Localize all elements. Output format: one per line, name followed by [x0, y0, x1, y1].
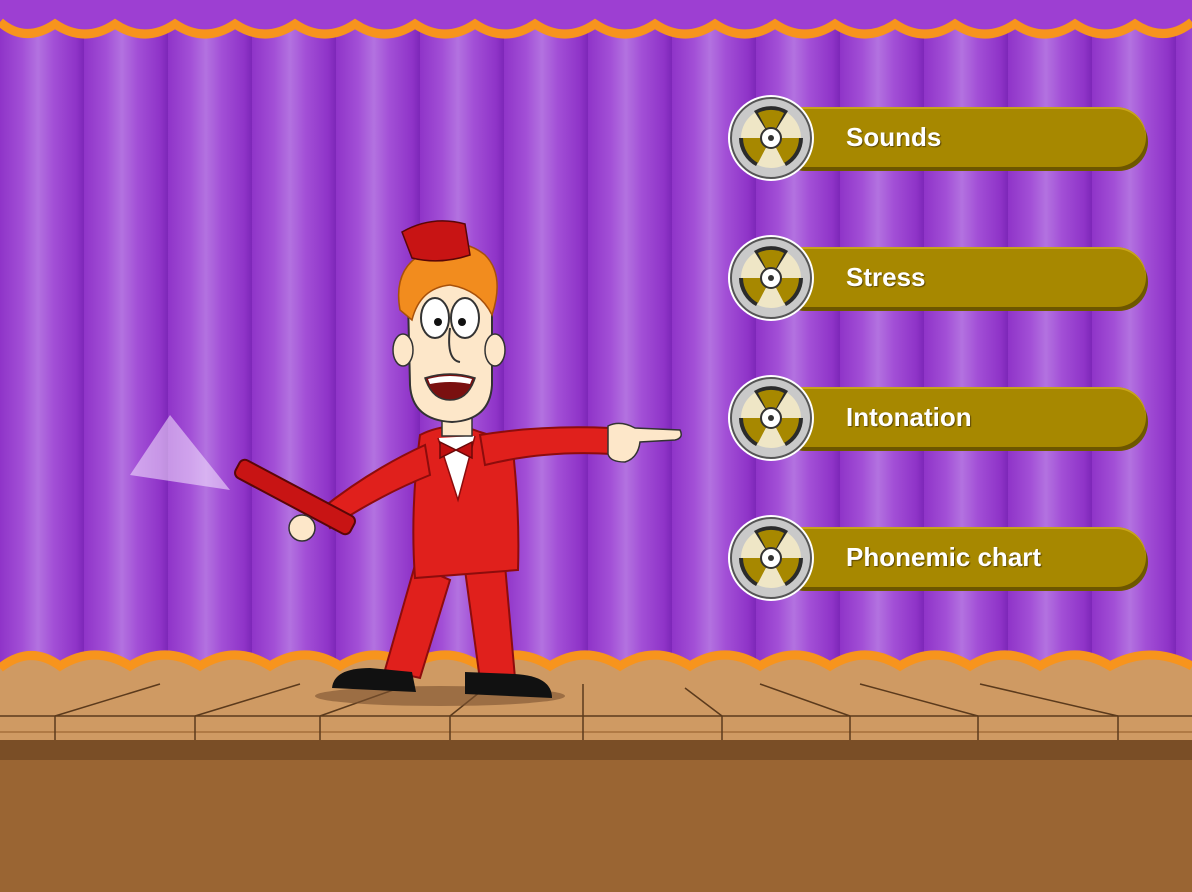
- menu-item-sounds[interactable]: Sounds: [726, 93, 1150, 183]
- film-reel-icon: [728, 375, 814, 461]
- button-body: [772, 107, 1146, 167]
- curtain-valance: [0, 0, 1192, 39]
- button-body: [772, 247, 1146, 307]
- menu-item-label: Phonemic chart: [846, 542, 1042, 572]
- film-reel-icon: [728, 235, 814, 321]
- stage-front: [0, 760, 1192, 892]
- menu-item-phonemic-chart[interactable]: Phonemic chart: [726, 513, 1150, 603]
- menu-item-label: Intonation: [846, 402, 972, 432]
- menu-item-label: Stress: [846, 262, 926, 292]
- menu-item-intonation[interactable]: Intonation: [726, 373, 1150, 463]
- stage-scene: Sounds Stress Intonation Phonemic chart: [0, 0, 1192, 892]
- film-reel-icon: [728, 95, 814, 181]
- film-reel-icon: [728, 515, 814, 601]
- stage-edge: [0, 740, 1192, 760]
- menu-item-label: Sounds: [846, 122, 942, 152]
- menu-item-stress[interactable]: Stress: [726, 233, 1150, 323]
- presenter-character: [130, 220, 682, 706]
